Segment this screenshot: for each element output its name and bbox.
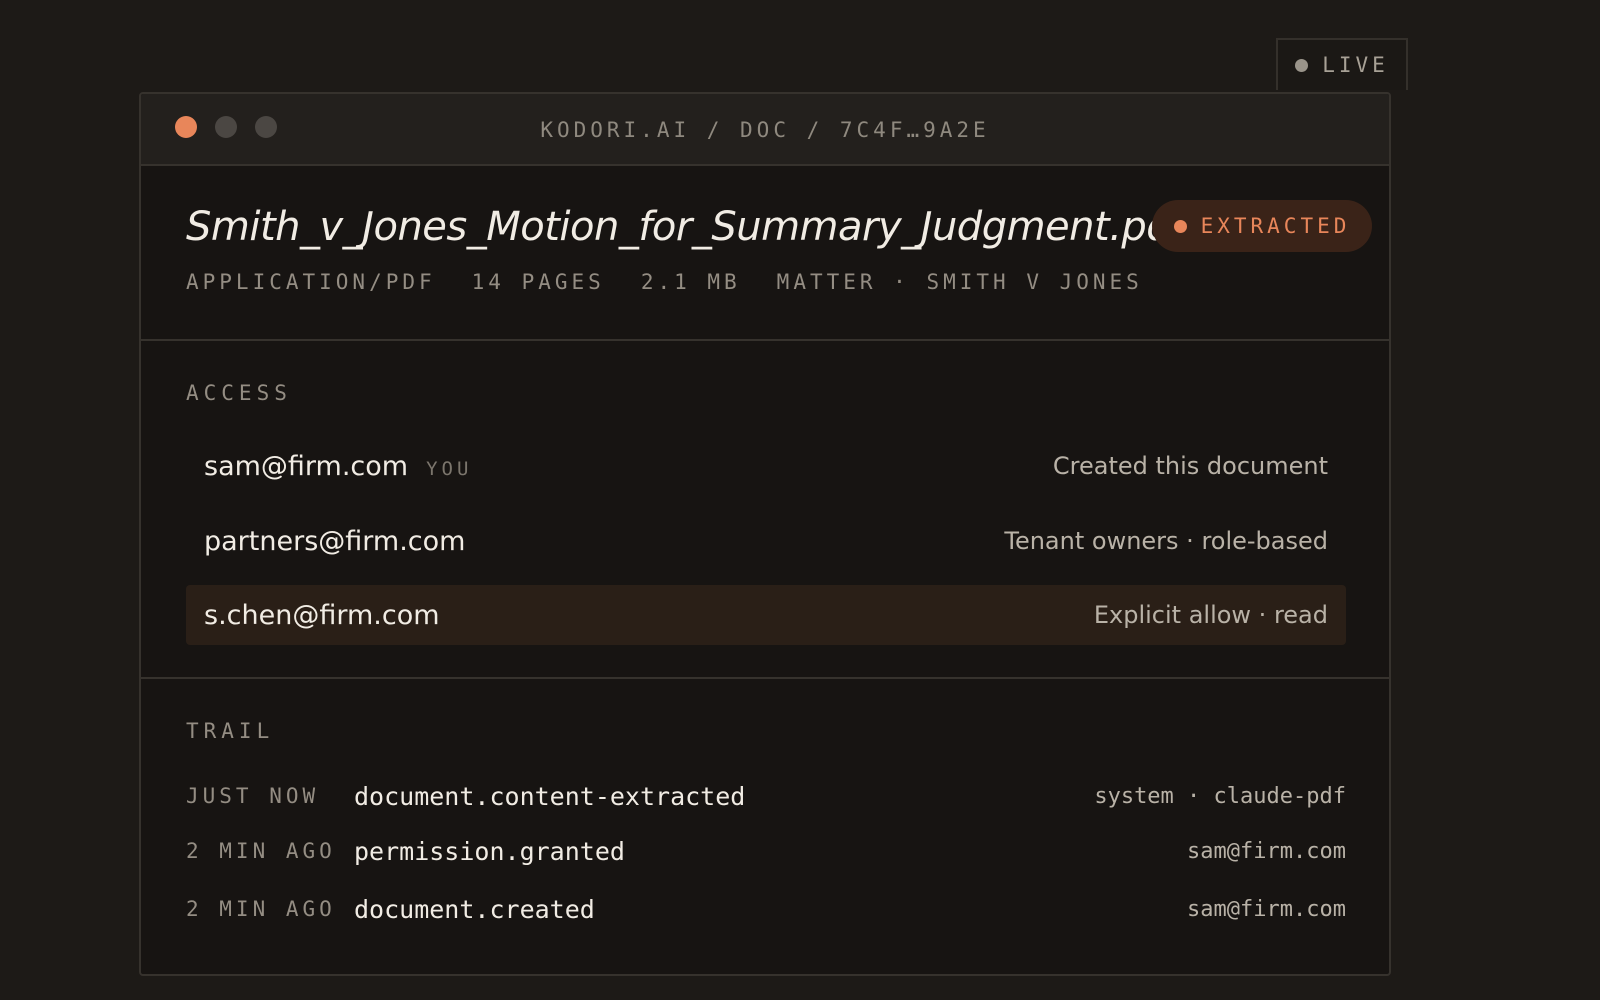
trail-event-name: document.content-extracted: [354, 781, 746, 811]
live-label: LIVE: [1322, 53, 1389, 77]
status-label: EXTRACTED: [1200, 214, 1351, 238]
breadcrumb-path: KODORI.AI / DOC / 7C4F…9A2E: [540, 117, 990, 142]
trail-actor: sam@firm.com: [1187, 838, 1346, 864]
trail-event-name: permission.granted: [354, 836, 625, 866]
minimize-window-icon[interactable]: [215, 116, 237, 138]
meta-mime-type: APPLICATION/PDF: [186, 270, 436, 294]
trail-section: TRAIL JUST NOW document.content-extracte…: [141, 679, 1389, 974]
close-window-icon[interactable]: [175, 116, 197, 138]
trail-event-row: 2 MIN AGO document.created sam@firm.com: [186, 889, 1346, 929]
access-description: Created this document: [1052, 452, 1328, 480]
trail-event-row: JUST NOW document.content-extracted syst…: [186, 776, 1346, 816]
window-controls: [175, 116, 277, 138]
access-email: s.chen@firm.com: [204, 599, 440, 631]
trail-actor: system · claude-pdf: [1094, 783, 1346, 809]
live-status-badge: LIVE: [1276, 38, 1408, 90]
access-email: sam@firm.com: [204, 450, 409, 482]
access-row[interactable]: partners@firm.com Tenant owners · role-b…: [186, 511, 1346, 571]
document-meta: APPLICATION/PDF 14 PAGES 2.1 MB MATTER ·…: [186, 270, 1143, 294]
access-description: Tenant owners · role-based: [1004, 527, 1328, 555]
trail-event-name: document.created: [354, 894, 595, 924]
access-email: partners@firm.com: [204, 525, 466, 557]
status-dot-icon: [1173, 219, 1187, 233]
access-description: Explicit allow · read: [1093, 601, 1328, 629]
access-heading: ACCESS: [186, 381, 292, 405]
maximize-window-icon[interactable]: [255, 116, 277, 138]
access-section: ACCESS sam@firm.com YOU Created this doc…: [141, 341, 1389, 679]
trail-heading: TRAIL: [186, 719, 275, 743]
document-filename: Smith_v_Jones_Motion_for_Summary_Judgmen…: [186, 204, 1185, 250]
trail-time: 2 MIN AGO: [186, 897, 336, 921]
access-row[interactable]: sam@firm.com YOU Created this document: [186, 436, 1346, 496]
trail-time: JUST NOW: [186, 784, 320, 808]
live-indicator-dot-icon: [1295, 58, 1309, 72]
trail-actor: sam@firm.com: [1187, 896, 1346, 922]
meta-matter: MATTER · SMITH V JONES: [776, 270, 1143, 294]
window-titlebar: KODORI.AI / DOC / 7C4F…9A2E: [141, 94, 1389, 166]
you-tag: YOU: [426, 457, 473, 480]
trail-time: 2 MIN AGO: [186, 839, 336, 863]
document-header: Smith_v_Jones_Motion_for_Summary_Judgmen…: [141, 166, 1389, 341]
trail-event-row: 2 MIN AGO permission.granted sam@firm.co…: [186, 831, 1346, 871]
meta-file-size: 2.1 MB: [640, 270, 741, 294]
document-window: KODORI.AI / DOC / 7C4F…9A2E Smith_v_Jone…: [139, 92, 1391, 976]
status-badge: EXTRACTED: [1152, 200, 1372, 252]
access-row-selected[interactable]: s.chen@firm.com Explicit allow · read: [186, 585, 1346, 645]
meta-page-count: 14 PAGES: [471, 270, 605, 294]
